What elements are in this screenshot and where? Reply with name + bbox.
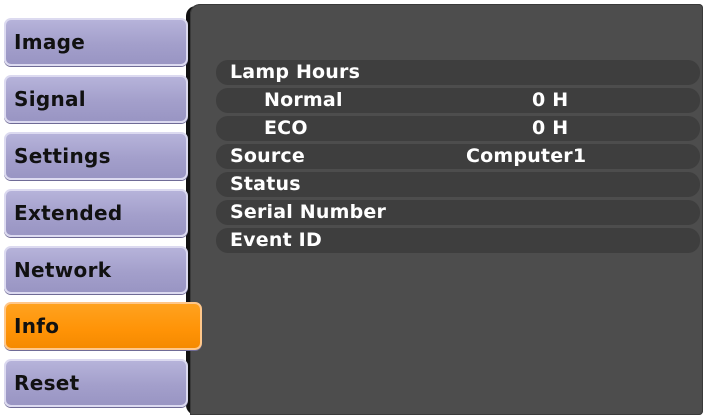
row-label: Status (230, 173, 301, 195)
tab-reset[interactable]: Reset (4, 359, 188, 407)
info-row-lamp-hours: Lamp Hours (216, 60, 700, 85)
row-label: ECO (264, 117, 308, 139)
tab-signal[interactable]: Signal (4, 75, 188, 123)
tab-label: Settings (14, 144, 111, 168)
info-row-source: Source Computer1 (216, 144, 700, 169)
info-row-status: Status (216, 172, 700, 197)
row-value: 0 H (532, 89, 569, 111)
tab-label: Info (14, 314, 60, 338)
tab-label: Image (14, 30, 86, 54)
info-row-serial-number: Serial Number (216, 200, 700, 225)
tab-extended[interactable]: Extended (4, 189, 188, 237)
info-row-eco: ECO 0 H (216, 116, 700, 141)
tab-label: Signal (14, 87, 86, 111)
info-row-event-id: Event ID (216, 228, 700, 253)
projector-menu-screen: Image Signal Settings Extended Network I… (0, 0, 706, 417)
row-label: Event ID (230, 229, 322, 251)
row-value: 0 H (532, 117, 569, 139)
info-row-normal: Normal 0 H (216, 88, 700, 113)
row-label: Normal (264, 89, 343, 111)
tab-info[interactable]: Info (4, 302, 202, 350)
tab-label: Reset (14, 371, 80, 395)
tab-label: Network (14, 258, 112, 282)
tab-network[interactable]: Network (4, 246, 188, 294)
tab-image[interactable]: Image (4, 18, 188, 66)
row-label: Serial Number (230, 201, 387, 223)
row-label: Lamp Hours (230, 61, 361, 83)
tab-label: Extended (14, 201, 123, 225)
row-value: Computer1 (466, 145, 587, 167)
row-label: Source (230, 145, 305, 167)
tab-settings[interactable]: Settings (4, 132, 188, 180)
